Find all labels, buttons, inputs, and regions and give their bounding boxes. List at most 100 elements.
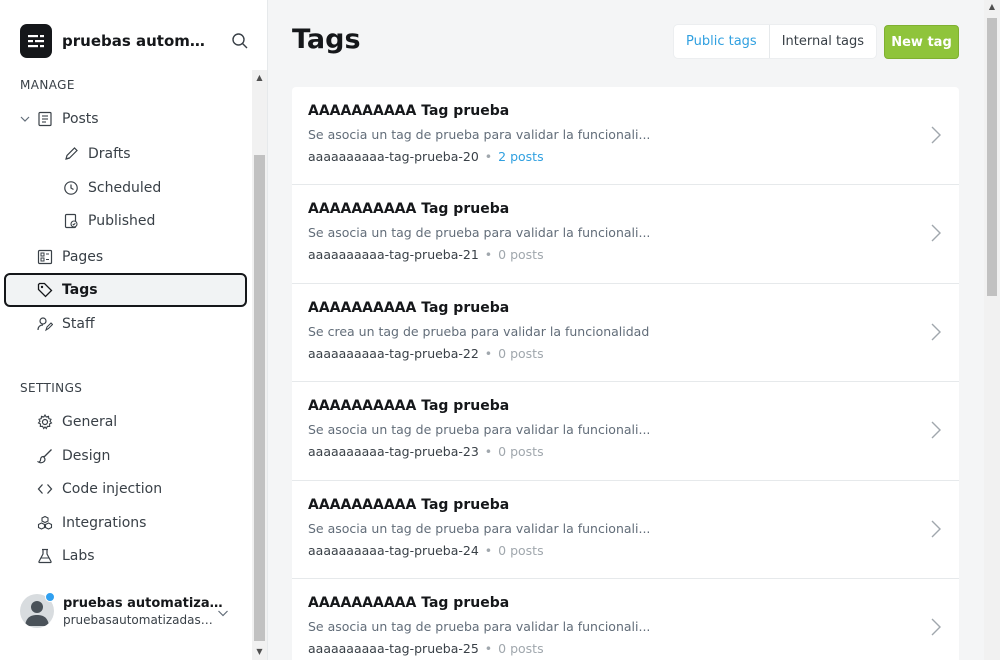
sidebar-item-design[interactable]: Design [4, 439, 247, 473]
tags-list: AAAAAAAAAA Tag prueba Se asocia un tag d… [292, 87, 959, 660]
tag-name: AAAAAAAAAA Tag prueba [308, 103, 510, 119]
sidebar-item-label: Posts [62, 111, 99, 127]
sidebar-item-label: Staff [62, 316, 95, 332]
scroll-up-arrow-icon[interactable]: ▲ [252, 70, 267, 84]
section-label-settings: SETTINGS [20, 381, 83, 395]
tag-description: Se asocia un tag de prueba para validar … [308, 127, 651, 142]
scroll-up-arrow-icon[interactable]: ▲ [984, 2, 1000, 11]
sidebar-item-pages[interactable]: Pages [4, 240, 247, 274]
tag-post-count: 0 posts [498, 247, 544, 263]
published-icon [62, 212, 80, 230]
sidebar-item-label: Published [88, 213, 156, 229]
tag-post-count[interactable]: 2 posts [498, 149, 543, 164]
tag-row[interactable]: AAAAAAAAAA Tag prueba Se asocia un tag d… [292, 185, 959, 284]
integrations-icon [36, 514, 54, 532]
flask-icon [36, 547, 54, 565]
tag-meta: aaaaaaaaaa-tag-prueba-20 • 2 posts [308, 149, 544, 164]
tag-type-toggle: Public tags Internal tags [674, 25, 877, 58]
tag-row[interactable]: AAAAAAAAAA Tag prueba Se asocia un tag d… [292, 87, 959, 186]
tag-post-count: 0 posts [498, 444, 544, 460]
chevron-right-icon [931, 618, 941, 636]
tag-description: Se asocia un tag de prueba para validar … [308, 520, 651, 536]
user-menu[interactable]: pruebas automatizadas pruebasautomatizad… [20, 592, 245, 630]
site-title[interactable]: pruebas automatizadas [62, 32, 214, 50]
tag-name: AAAAAAAAAA Tag prueba [308, 398, 510, 415]
sidebar-item-posts[interactable]: Posts [4, 102, 247, 136]
sidebar-item-label: Pages [62, 249, 104, 265]
tag-slug: aaaaaaaaaa-tag-prueba-22 [308, 345, 479, 361]
sidebar-nav: MANAGE Posts Drafts Scheduled Published … [0, 70, 252, 660]
tag-name: AAAAAAAAAA Tag prueba [308, 299, 510, 316]
tag-meta: aaaaaaaaaa-tag-prueba-25 • 0 posts [308, 640, 544, 656]
posts-icon [36, 110, 54, 128]
notification-dot [45, 592, 55, 602]
sidebar-item-drafts[interactable]: Drafts [4, 137, 247, 171]
tag-slug: aaaaaaaaaa-tag-prueba-25 [308, 640, 479, 656]
sidebar-item-label: Design [62, 448, 111, 464]
main-content: Tags Public tags Internal tags New tag A… [268, 0, 984, 660]
scroll-down-arrow-icon[interactable]: ▼ [252, 644, 267, 658]
sidebar: pruebas automatizadas MANAGE Posts Draft… [0, 0, 268, 660]
main-scroll-thumb[interactable] [987, 18, 997, 296]
user-info: pruebas automatizadas pruebasautomatizad… [63, 596, 223, 627]
sidebar-item-label: Integrations [62, 515, 147, 531]
tag-post-count: 0 posts [498, 345, 544, 361]
ghost-logo-icon[interactable] [20, 24, 52, 58]
chevron-right-icon [931, 224, 941, 242]
tag-name: AAAAAAAAAA Tag prueba [308, 594, 510, 611]
chevron-down-icon[interactable] [18, 112, 32, 126]
sidebar-item-code-injection[interactable]: Code injection [4, 472, 247, 506]
main-scrollbar[interactable]: ▲ [984, 0, 1000, 660]
sidebar-item-label: Code injection [62, 481, 163, 497]
chevron-right-icon [931, 421, 941, 439]
site-header: pruebas automatizadas [20, 24, 251, 58]
tag-description: Se asocia un tag de prueba para validar … [308, 618, 651, 634]
search-icon[interactable] [229, 30, 251, 52]
sidebar-item-labs[interactable]: Labs [4, 539, 247, 573]
tag-meta: aaaaaaaaaa-tag-prueba-22 • 0 posts [308, 345, 544, 361]
tag-row[interactable]: AAAAAAAAAA Tag prueba Se crea un tag de … [292, 284, 959, 383]
user-name: pruebas automatizadas [63, 595, 223, 611]
section-label-manage: MANAGE [20, 78, 75, 92]
tag-slug: aaaaaaaaaa-tag-prueba-23 [308, 444, 479, 460]
tag-row[interactable]: AAAAAAAAAA Tag prueba Se asocia un tag d… [292, 382, 959, 481]
pages-icon [36, 248, 54, 266]
tag-row[interactable]: AAAAAAAAAA Tag prueba Se asocia un tag d… [292, 481, 959, 579]
user-email: pruebasautomatizadas@uniandes.edu.co [63, 612, 223, 627]
chevron-right-icon [931, 520, 941, 538]
tag-name: AAAAAAAAAA Tag prueba [308, 201, 510, 218]
sidebar-item-general[interactable]: General [4, 405, 247, 439]
new-tag-button[interactable]: New tag [884, 25, 959, 59]
sidebar-item-staff[interactable]: Staff [4, 307, 247, 341]
tag-icon [36, 281, 54, 299]
sidebar-item-scheduled[interactable]: Scheduled [4, 171, 247, 205]
tag-slug: aaaaaaaaaa-tag-prueba-24 [308, 542, 479, 558]
sidebar-item-label: Labs [62, 548, 95, 564]
sidebar-scrollbar[interactable]: ▲ ▼ [252, 70, 267, 660]
tag-name: AAAAAAAAAA Tag prueba [308, 496, 510, 513]
code-icon [36, 480, 54, 498]
public-tags-tab[interactable]: Public tags [674, 25, 770, 58]
chevron-down-icon[interactable] [217, 604, 231, 618]
sidebar-item-tags[interactable]: Tags [4, 273, 247, 307]
staff-icon [36, 315, 54, 333]
sidebar-scroll-thumb[interactable] [254, 155, 265, 641]
chevron-right-icon [931, 323, 941, 341]
brush-icon [36, 447, 54, 465]
tag-post-count: 0 posts [498, 640, 544, 656]
chevron-right-icon [931, 126, 941, 144]
sidebar-item-label: Drafts [88, 146, 131, 162]
sidebar-item-integrations[interactable]: Integrations [4, 506, 247, 540]
tag-description: Se asocia un tag de prueba para validar … [308, 225, 651, 241]
gear-icon [36, 413, 54, 431]
tag-meta: aaaaaaaaaa-tag-prueba-24 • 0 posts [308, 542, 544, 558]
tag-meta: aaaaaaaaaa-tag-prueba-23 • 0 posts [308, 444, 544, 460]
internal-tags-tab[interactable]: Internal tags [770, 25, 876, 58]
sidebar-item-label: Scheduled [88, 180, 162, 196]
tag-description: Se asocia un tag de prueba para validar … [308, 422, 651, 438]
page-title: Tags [292, 24, 361, 55]
sidebar-item-label: Tags [62, 282, 98, 298]
sidebar-item-published[interactable]: Published [4, 204, 247, 238]
tag-post-count: 0 posts [498, 542, 544, 558]
tag-row[interactable]: AAAAAAAAAA Tag prueba Se asocia un tag d… [292, 579, 959, 660]
